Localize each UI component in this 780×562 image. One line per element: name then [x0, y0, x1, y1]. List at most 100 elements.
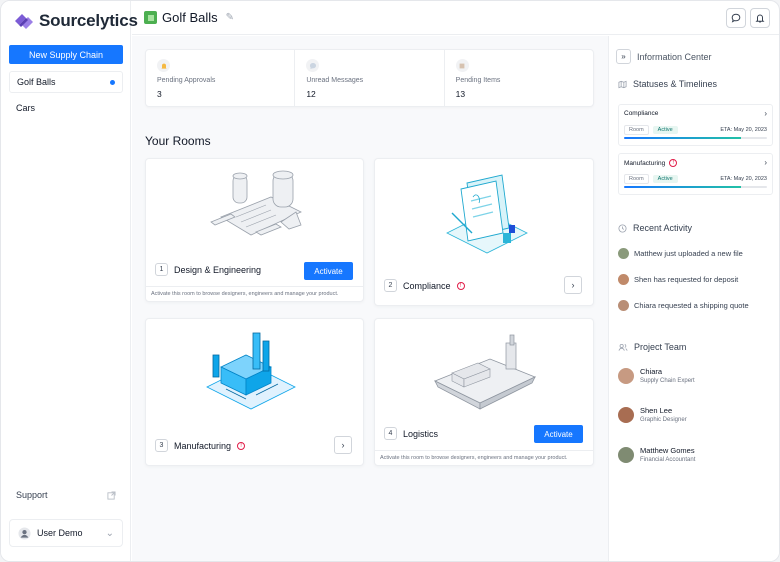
timeline-name: Compliance — [624, 110, 659, 117]
external-link-icon — [107, 490, 116, 500]
app-window: Sourcelytics New Supply Chain Golf Balls… — [0, 0, 780, 562]
activity-item[interactable]: Chiara requested a shipping quote — [618, 300, 749, 311]
activate-room-button[interactable]: Activate — [304, 262, 353, 280]
avatar — [618, 367, 634, 384]
activity-item[interactable]: Matthew just uploaded a new file — [618, 248, 743, 259]
room-number: 3 — [155, 439, 168, 452]
chevron-right-icon: › — [571, 280, 575, 290]
room-name: Design & Engineering — [174, 264, 262, 275]
room-card-manufacturing[interactable]: 3 Manufacturing ! › — [145, 318, 364, 466]
room-number: 4 — [384, 427, 397, 440]
open-room-button[interactable]: › — [334, 436, 352, 454]
member-role: Supply Chain Expert — [640, 378, 695, 384]
team-member[interactable]: Shen Lee Graphic Designer — [618, 406, 687, 423]
statuses-title: Statuses & Timelines — [633, 79, 718, 89]
edit-pencil-icon[interactable]: ✎ — [226, 12, 234, 23]
room-footer: 3 Manufacturing ! — [155, 439, 246, 452]
sidebar-item-cars[interactable]: Cars — [9, 97, 123, 119]
cargo-ship-illustration — [434, 334, 537, 410]
box-icon — [455, 59, 469, 72]
chat-bubble-icon — [731, 13, 741, 23]
timeline-meta: Room Active ETA: May 20, 2023 — [624, 174, 767, 184]
rooms-heading: Your Rooms — [145, 134, 211, 148]
support-link[interactable]: Support — [16, 490, 116, 500]
stat-unread-messages[interactable]: Unread Messages 12 — [294, 50, 443, 106]
stat-label: Pending Approvals — [157, 77, 216, 84]
member-name: Matthew Gomes — [640, 446, 695, 455]
main-content: Pending Approvals 3 Unread Messages 12 P… — [132, 36, 608, 561]
room-number: 1 — [155, 263, 168, 276]
room-note: Activate this room to browse designers, … — [151, 291, 339, 297]
room-name: Manufacturing — [174, 440, 232, 451]
alert-icon: ! — [237, 441, 246, 450]
double-chevron-right-icon: » — [621, 52, 626, 61]
room-pill: Room — [624, 174, 649, 184]
engineering-tools-illustration — [210, 170, 302, 236]
activity-item[interactable]: Shen has requested for deposit — [618, 274, 738, 285]
info-center-title: Information Center — [637, 51, 712, 62]
room-footer: 1 Design & Engineering — [155, 263, 261, 276]
sidebar-item-label: Cars — [16, 103, 36, 113]
support-label: Support — [16, 490, 48, 500]
project-badge-icon — [144, 11, 157, 24]
stat-pending-items[interactable]: Pending Items 13 — [443, 50, 593, 106]
compliance-documents-illustration — [446, 174, 528, 254]
status-badge: Active — [652, 126, 678, 134]
avatar — [618, 406, 634, 423]
stats-card: Pending Approvals 3 Unread Messages 12 P… — [145, 49, 594, 107]
chevron-down-icon: ⌄ — [105, 527, 114, 539]
messages-button[interactable] — [726, 8, 746, 28]
info-center-header: » Information Center — [616, 49, 712, 64]
activate-room-button[interactable]: Activate — [534, 425, 583, 443]
project-team-heading: Project Team — [618, 342, 686, 352]
collapse-panel-button[interactable]: » — [616, 49, 631, 64]
member-name: Shen Lee — [640, 406, 673, 415]
stat-value: 12 — [306, 89, 316, 99]
room-footer: 4 Logistics — [384, 427, 438, 440]
stat-value: 3 — [157, 89, 162, 99]
sidebar-item-golf-balls[interactable]: Golf Balls — [9, 71, 123, 93]
room-card-logistics[interactable]: 4 Logistics Activate Activate this room … — [374, 318, 594, 466]
brand-logo[interactable]: Sourcelytics — [13, 11, 138, 31]
room-name: Logistics — [403, 428, 439, 439]
sidebar-item-label: Golf Balls — [17, 77, 56, 87]
timeline-meta: Room Active ETA: May 20, 2023 — [624, 125, 767, 135]
timeline-card-compliance[interactable]: Compliance › Room Active ETA: May 20, 20… — [618, 104, 773, 146]
user-avatar-icon — [18, 526, 31, 540]
users-icon — [618, 343, 628, 351]
activity-text: Chiara requested a shipping quote — [634, 301, 749, 310]
open-room-button[interactable]: › — [564, 276, 582, 294]
team-member[interactable]: Matthew Gomes Financial Accountant — [618, 446, 695, 463]
recent-activity-title: Recent Activity — [633, 223, 693, 233]
top-bar: Golf Balls ✎ — [132, 1, 779, 35]
room-note: Activate this room to browse designers, … — [380, 455, 568, 461]
sidebar: Sourcelytics New Supply Chain Golf Balls… — [1, 1, 138, 561]
stat-pending-approvals[interactable]: Pending Approvals 3 — [146, 50, 294, 106]
sourcelytics-logo-icon — [15, 14, 33, 29]
project-title-text: Golf Balls — [162, 10, 218, 25]
chevron-right-icon: › — [764, 158, 767, 167]
room-card-design-engineering[interactable]: 1 Design & Engineering Activate Activate… — [145, 158, 364, 302]
stat-label: Pending Items — [455, 77, 501, 84]
chevron-right-icon: › — [764, 109, 767, 118]
new-supply-chain-button[interactable]: New Supply Chain — [9, 45, 123, 64]
user-menu[interactable]: User Demo ⌄ — [9, 519, 123, 547]
bell-icon — [157, 59, 170, 72]
team-member[interactable]: Chiara Supply Chain Expert — [618, 367, 695, 384]
room-card-compliance[interactable]: 2 Compliance ! › — [374, 158, 594, 306]
timeline-name: Manufacturing ! — [624, 159, 678, 167]
activity-text: Matthew just uploaded a new file — [634, 249, 743, 258]
project-title: Golf Balls ✎ — [144, 10, 234, 25]
avatar — [618, 248, 629, 259]
project-team-title: Project Team — [634, 342, 687, 352]
member-name: Chiara — [640, 367, 663, 376]
active-indicator-dot — [110, 80, 115, 85]
room-name: Compliance — [403, 280, 451, 291]
notifications-button[interactable] — [750, 8, 770, 28]
timeline-card-manufacturing[interactable]: Manufacturing ! › Room Active ETA: May 2… — [618, 153, 773, 195]
activity-text: Shen has requested for deposit — [634, 275, 739, 284]
information-center-panel: » Information Center Statuses & Timeline… — [608, 36, 779, 561]
eta-text: ETA: May 20, 2023 — [720, 176, 767, 182]
alert-icon: ! — [456, 281, 465, 290]
room-footer: 2 Compliance ! — [384, 279, 465, 292]
